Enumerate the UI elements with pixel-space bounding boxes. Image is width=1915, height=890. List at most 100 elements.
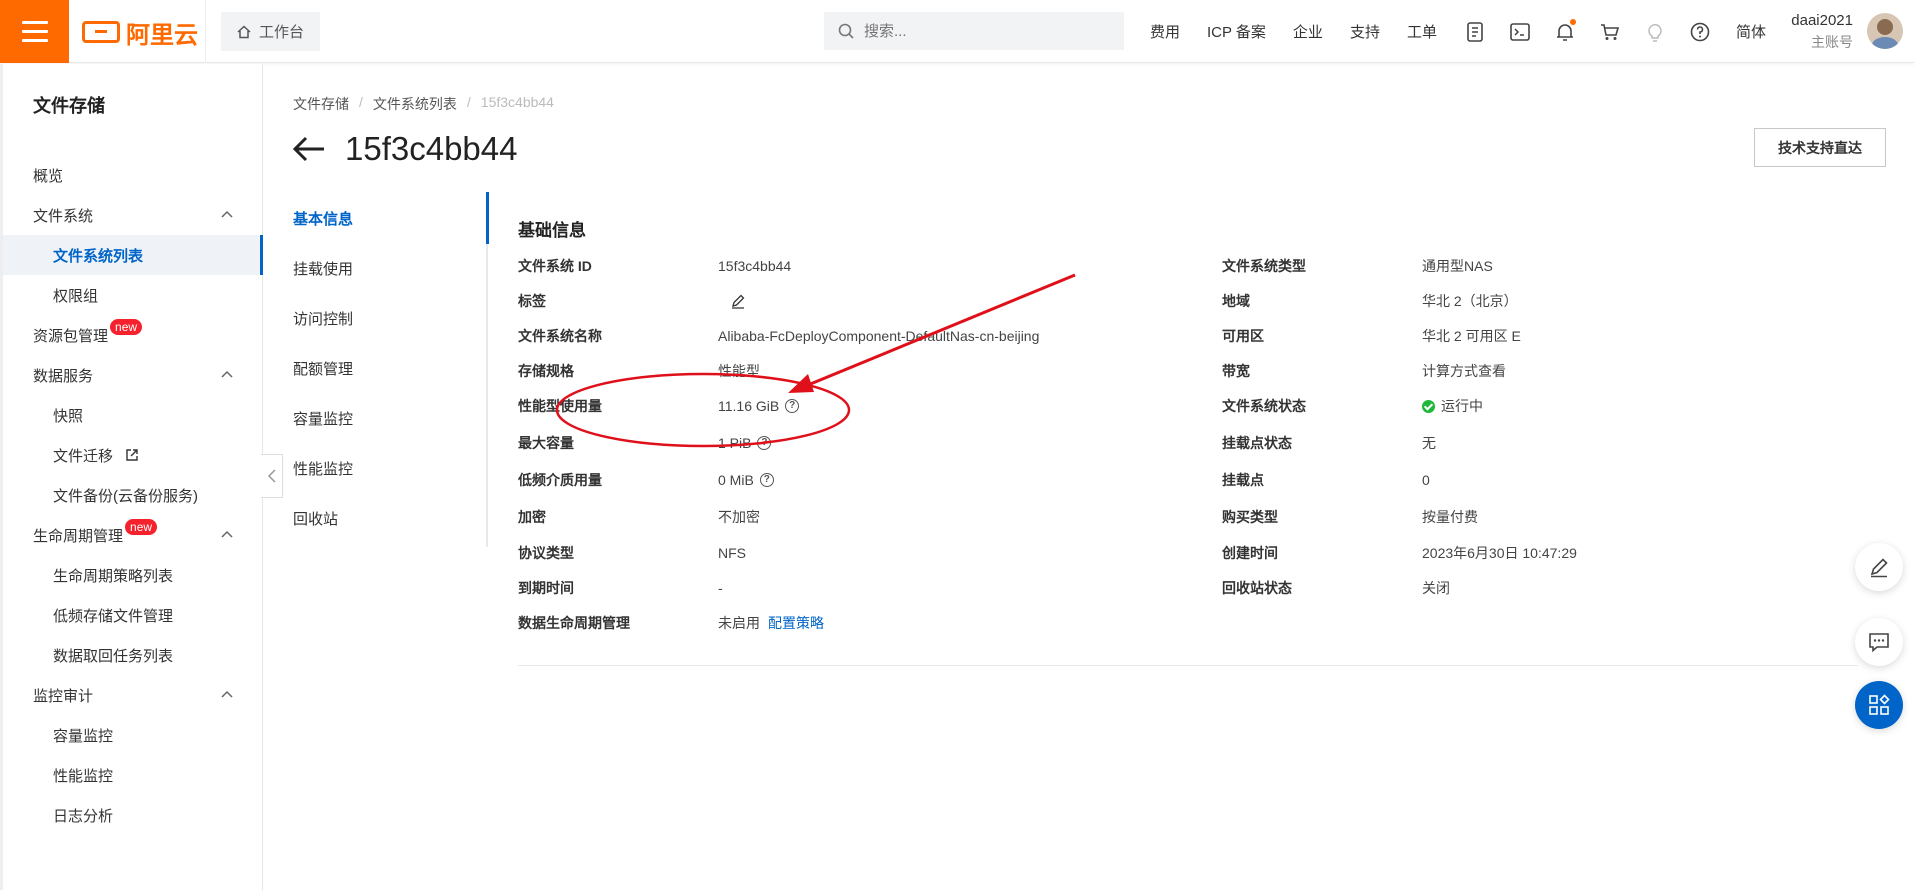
apps-button[interactable]	[1855, 681, 1903, 729]
info-row-tags: 标签	[518, 289, 746, 313]
info-value: 1 PiB?	[718, 435, 772, 451]
chat-icon	[1869, 633, 1889, 653]
tab-capacity-monitor[interactable]: 容量监控	[293, 398, 488, 438]
info-label: 挂载点	[1222, 472, 1264, 488]
sidebar-item-snapshot[interactable]: 快照	[3, 395, 263, 435]
nav-support[interactable]: 支持	[1350, 21, 1380, 42]
info-label: 协议类型	[518, 545, 574, 561]
section-title: 基础信息	[518, 221, 586, 240]
sidebar-item-lifecycle[interactable]: 生命周期管理 new	[3, 515, 263, 555]
info-value: 不加密	[718, 509, 760, 525]
info-row-lifecycle: 数据生命周期管理 未启用 配置策略	[518, 611, 824, 635]
info-label: 创建时间	[1222, 545, 1278, 561]
bell-icon[interactable]	[1554, 18, 1576, 43]
tab-access-control[interactable]: 访问控制	[293, 298, 488, 338]
sidebar-item-permission-group[interactable]: 权限组	[3, 275, 263, 315]
aliyun-logo[interactable]: 阿里云	[82, 18, 198, 49]
info-row-fs-status: 文件系统状态 运行中	[1222, 394, 1483, 418]
info-row-storage-spec: 存储规格 性能型	[518, 359, 760, 383]
sidebar-item-capacity-monitor[interactable]: 容量监控	[3, 715, 263, 755]
breadcrumb-item[interactable]: 文件存储	[293, 94, 349, 114]
search-box[interactable]	[824, 12, 1124, 50]
info-value: 未启用 配置策略	[718, 613, 824, 633]
sidebar-item-retrieve-tasks[interactable]: 数据取回任务列表	[3, 635, 263, 675]
sidebar-item-filesystem-list[interactable]: 文件系统列表	[3, 235, 263, 275]
chevron-up-icon	[221, 370, 233, 378]
apps-grid-icon	[1869, 694, 1890, 715]
chat-button[interactable]	[1855, 618, 1903, 666]
menu-icon[interactable]	[0, 0, 69, 63]
info-row-bandwidth: 带宽 计算方式查看	[1222, 359, 1506, 383]
sidebar-item-monitor-audit[interactable]: 监控审计	[3, 675, 263, 715]
tech-support-button[interactable]: 技术支持直达	[1754, 128, 1886, 167]
back-arrow-icon[interactable]	[293, 136, 325, 162]
sidebar-item-file-backup[interactable]: 文件备份(云备份服务)	[3, 475, 263, 515]
info-label: 挂载点状态	[1222, 435, 1292, 451]
annotation-overlay	[555, 273, 1076, 448]
notification-dot	[1569, 18, 1576, 25]
help-icon[interactable]: ?	[759, 473, 774, 487]
info-label: 地域	[1222, 293, 1250, 309]
info-value: 运行中	[1422, 396, 1483, 416]
terminal-icon[interactable]	[1509, 21, 1531, 43]
tab-mount[interactable]: 挂载使用	[293, 248, 488, 288]
help-icon[interactable]: ?	[785, 399, 800, 413]
tab-performance-monitor[interactable]: 性能监控	[293, 448, 488, 488]
sidebar-item-log-analysis[interactable]: 日志分析	[3, 795, 263, 835]
breadcrumb-item[interactable]: 文件系统列表	[373, 94, 457, 114]
workbench-button[interactable]: 工作台	[221, 12, 321, 51]
tab-basic-info[interactable]: 基本信息	[293, 198, 488, 238]
top-nav: 费用 ICP 备案 企业 支持 工单 简体	[1150, 0, 1766, 63]
sidebar-item-lifecycle-policy[interactable]: 生命周期策略列表	[3, 555, 263, 595]
sidebar-item-overview[interactable]: 概览	[3, 155, 263, 195]
sidebar-item-label: 性能监控	[53, 767, 114, 785]
info-row-max-capacity: 最大容量 1 PiB?	[518, 431, 772, 455]
chevron-up-icon	[221, 530, 233, 538]
edit-icon[interactable]	[730, 293, 746, 309]
nav-fees[interactable]: 费用	[1150, 21, 1180, 42]
tab-recycle-bin[interactable]: 回收站	[293, 498, 488, 538]
sidebar-item-performance-monitor[interactable]: 性能监控	[3, 755, 263, 795]
language-switch[interactable]: 简体	[1736, 21, 1766, 42]
infrequent-usage-value: 0 MiB	[718, 472, 754, 488]
sidebar-item-label: 资源包管理	[33, 327, 109, 345]
sidebar-item-infrequent-files[interactable]: 低频存储文件管理	[3, 595, 263, 635]
cart-icon[interactable]	[1599, 21, 1621, 43]
sidebar-item-label: 监控审计	[33, 687, 94, 705]
lightbulb-icon[interactable]	[1644, 21, 1666, 43]
info-label: 性能型使用量	[518, 398, 602, 414]
avatar[interactable]	[1867, 13, 1903, 49]
help-icon[interactable]: ?	[757, 436, 772, 450]
help-icon[interactable]	[1689, 21, 1711, 43]
sidebar-item-filesystem[interactable]: 文件系统	[3, 195, 263, 235]
sidebar-item-label: 文件迁移	[53, 447, 114, 465]
bandwidth-link[interactable]: 计算方式查看	[1422, 361, 1506, 381]
sidebar-item-file-migration[interactable]: 文件迁移	[3, 435, 263, 475]
new-badge: new	[125, 519, 158, 535]
divider	[205, 0, 206, 63]
document-icon[interactable]	[1464, 21, 1486, 43]
feedback-edit-button[interactable]	[1855, 543, 1903, 591]
nav-icp[interactable]: ICP 备案	[1207, 21, 1266, 42]
configure-policy-link[interactable]: 配置策略	[768, 613, 824, 633]
info-value: -	[718, 580, 723, 596]
nav-ticket[interactable]: 工单	[1407, 21, 1437, 42]
nav-enterprise[interactable]: 企业	[1293, 21, 1323, 42]
sidebar-item-data-service[interactable]: 数据服务	[3, 355, 263, 395]
info-label: 存储规格	[518, 363, 574, 379]
sidebar-item-resource-package[interactable]: 资源包管理 new	[3, 315, 263, 355]
new-badge: new	[110, 319, 143, 335]
home-icon	[237, 24, 251, 38]
info-row-region: 地域 华北 2（北京）	[1222, 289, 1518, 313]
user-menu[interactable]: daai2021 主账号	[1791, 12, 1853, 52]
info-row-created-time: 创建时间 2023年6月30日 10:47:29	[1222, 541, 1577, 565]
chevron-up-icon	[221, 210, 233, 218]
tab-quota[interactable]: 配额管理	[293, 348, 488, 388]
info-row-mount-status: 挂载点状态 无	[1222, 431, 1436, 455]
breadcrumb: 文件存储 / 文件系统列表 / 15f3c4bb44	[293, 94, 554, 114]
search-input[interactable]	[864, 22, 1104, 40]
sidebar-collapse-button[interactable]	[261, 454, 283, 498]
workbench-label: 工作台	[259, 24, 305, 41]
info-row-perf-usage: 性能型使用量 11.16 GiB?	[518, 394, 800, 418]
sidebar-item-label: 权限组	[53, 287, 99, 305]
